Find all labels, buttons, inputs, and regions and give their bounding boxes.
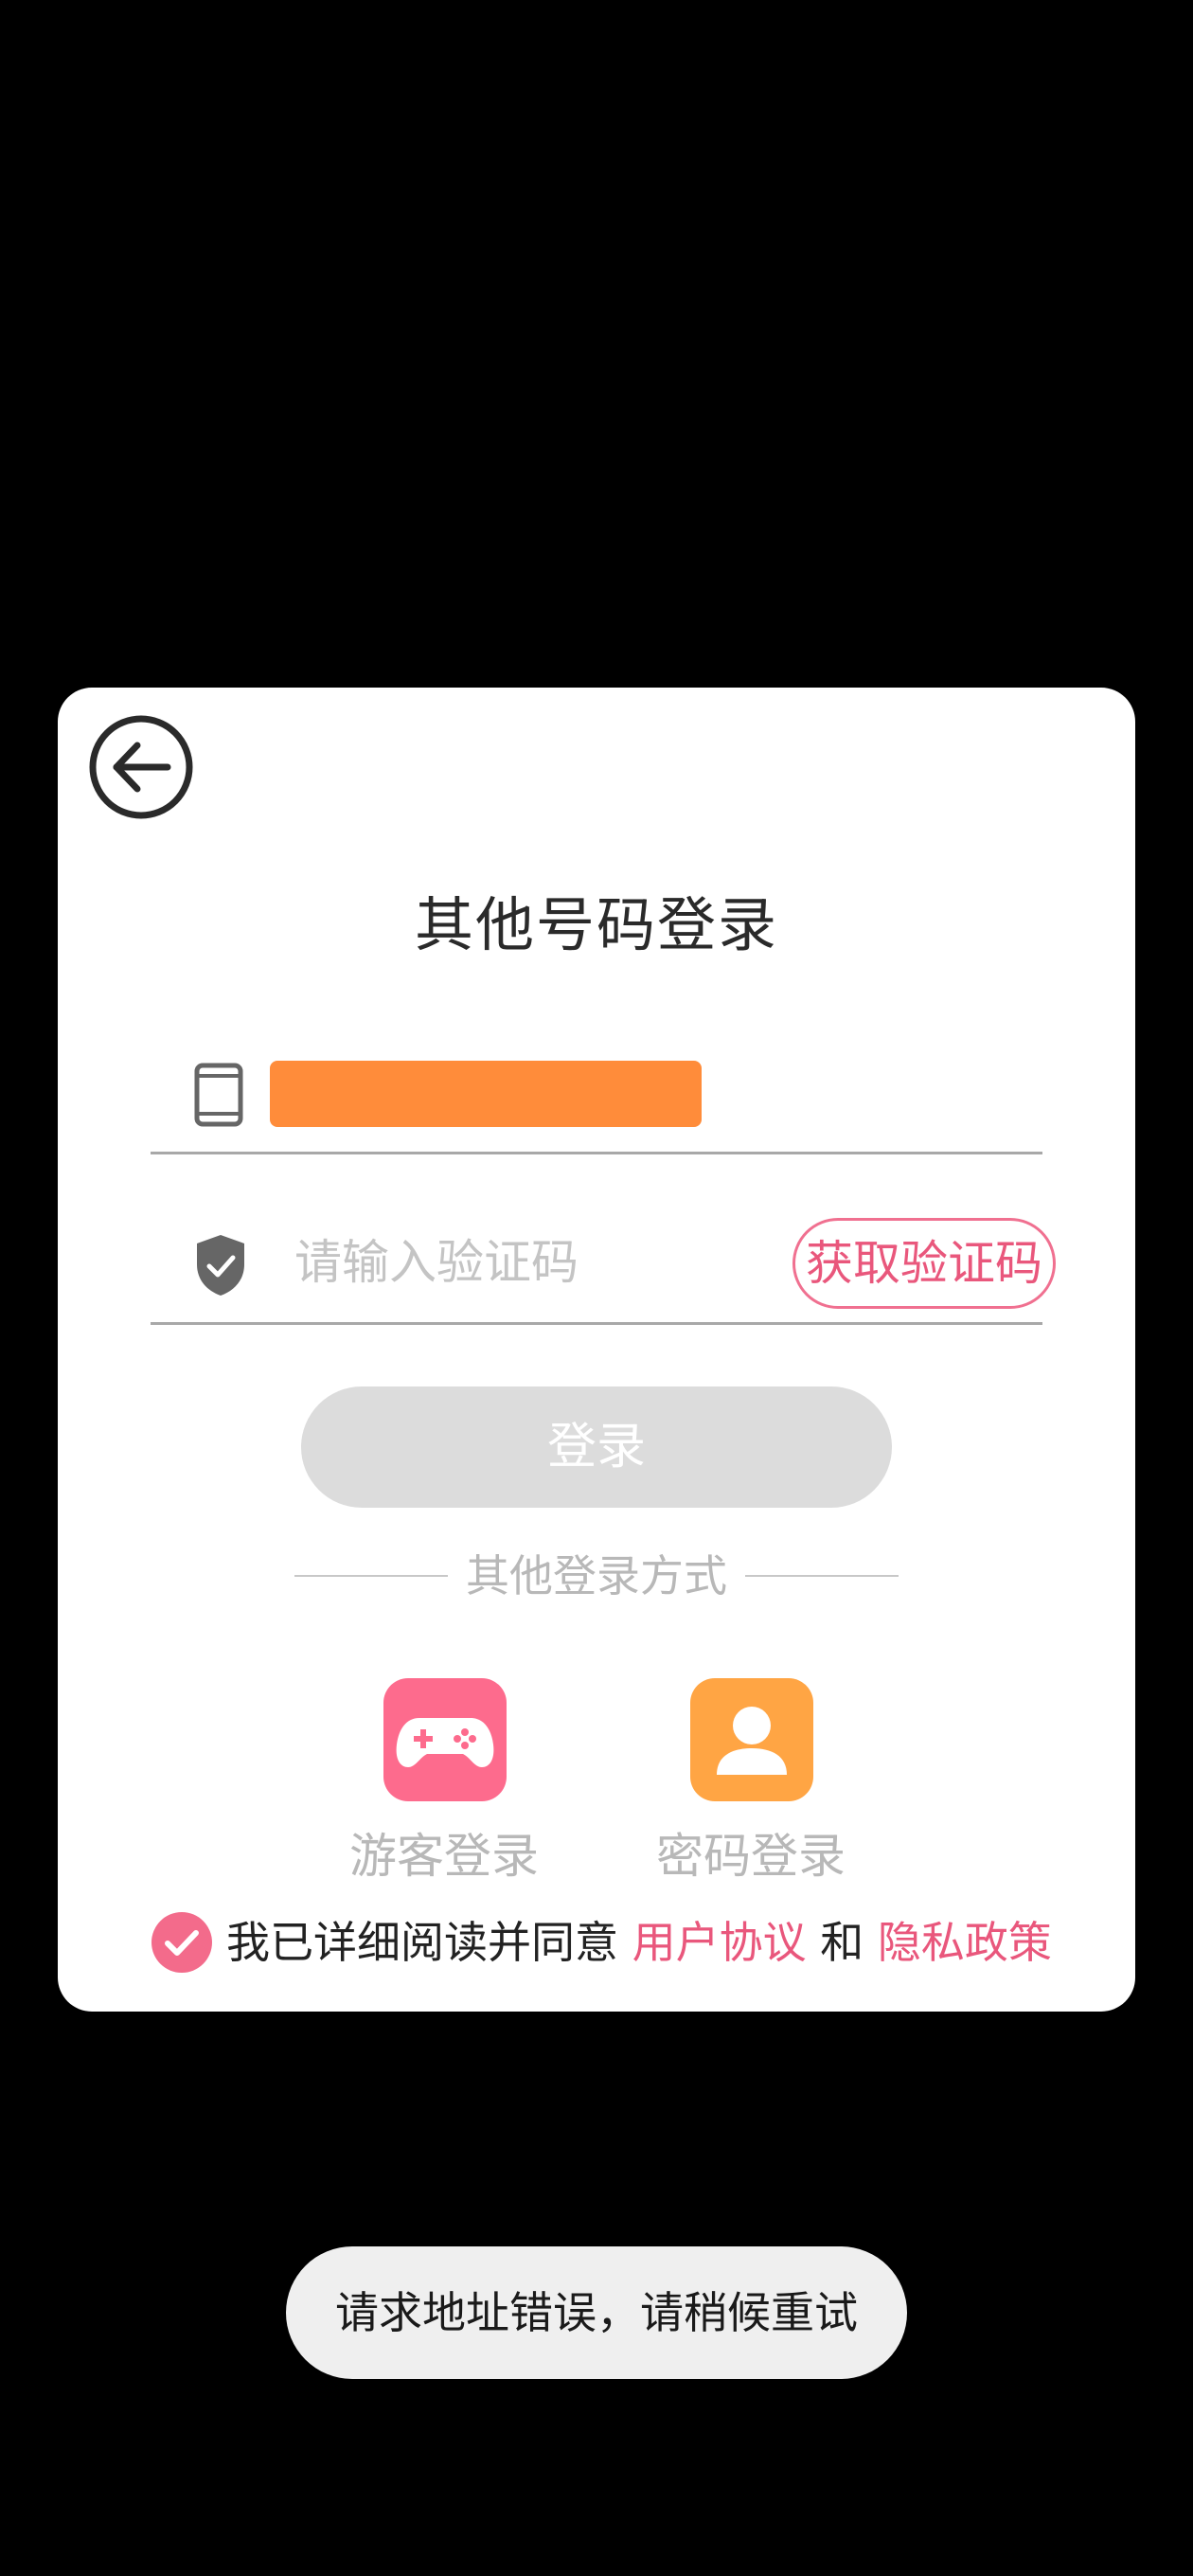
password-login-button[interactable]: 密码登录 [637, 1678, 864, 1884]
guest-login-button[interactable]: 游客登录 [330, 1678, 558, 1884]
user-icon [690, 1678, 813, 1801]
divider-line-right [745, 1575, 899, 1577]
divider-line-left [294, 1575, 448, 1577]
dialog-title: 其他号码登录 [414, 890, 778, 959]
agreement-and: 和 [820, 1917, 864, 1968]
guest-login-label: 游客登录 [349, 1829, 539, 1884]
back-button[interactable] [88, 714, 194, 820]
phone-number-field[interactable] [270, 1061, 702, 1127]
agreement-prefix: 我已详细阅读并同意 [226, 1917, 618, 1968]
login-button[interactable]: 登录 [301, 1386, 892, 1508]
checkmark-icon [151, 1912, 212, 1973]
code-field-row: 获取验证码 [151, 1208, 1056, 1325]
get-code-button[interactable]: 获取验证码 [792, 1218, 1056, 1309]
password-login-label: 密码登录 [656, 1829, 846, 1884]
agreement-text: 我已详细阅读并同意 用户协议 和 隐私政策 [226, 1909, 1052, 1976]
other-login-divider: 其他登录方式 [294, 1547, 899, 1604]
phone-field-row [151, 1053, 1042, 1154]
shield-check-icon [194, 1233, 247, 1297]
agreement-checkbox[interactable] [151, 1911, 213, 1974]
login-dialog: 其他号码登录 获取验证码 登录 其他登录方式 [58, 688, 1135, 2012]
error-toast: 请求地址错误，请稍候重试 [286, 2246, 907, 2379]
phone-icon [194, 1063, 243, 1127]
user-agreement-link[interactable]: 用户协议 [632, 1917, 807, 1968]
back-arrow-icon [89, 715, 193, 819]
divider-label: 其他登录方式 [466, 1550, 727, 1601]
gamepad-icon [383, 1678, 507, 1801]
verification-code-input[interactable] [293, 1227, 675, 1297]
agreement-row: 我已详细阅读并同意 用户协议 和 隐私政策 [151, 1909, 1097, 1976]
privacy-policy-link[interactable]: 隐私政策 [878, 1917, 1052, 1968]
